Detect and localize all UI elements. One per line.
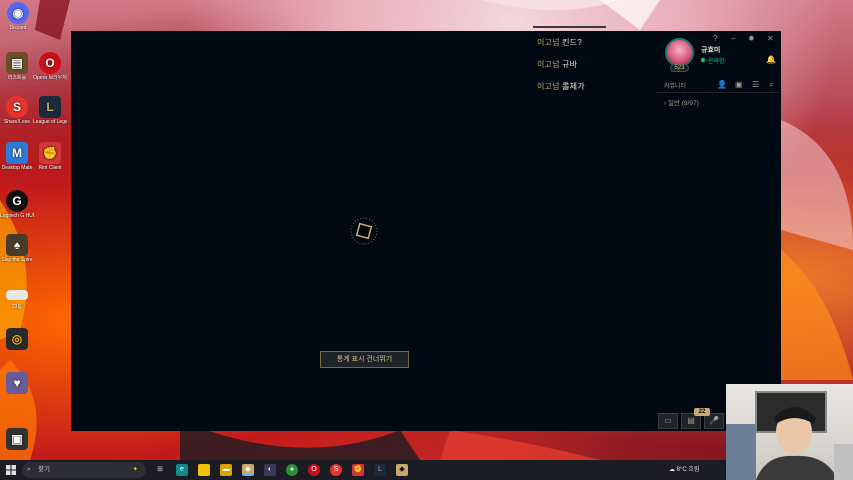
- add-friend-icon[interactable]: 👤: [717, 80, 727, 89]
- notification-bell-icon[interactable]: 🔔: [766, 55, 776, 64]
- slay-the-spire-icon: ♠: [6, 234, 28, 256]
- desktop-icon-label: Slay the Spire: [1, 257, 33, 263]
- desktop-icon-opera[interactable]: O Opera 브라우저: [33, 52, 67, 81]
- desktop-icon-sharex[interactable]: S ShareX.exe: [0, 96, 34, 125]
- riot-client-taskbar-icon[interactable]: ✊: [352, 464, 364, 476]
- file-explorer-icon[interactable]: ▬: [220, 464, 232, 476]
- league-taskbar-icon[interactable]: L: [374, 464, 386, 476]
- league-client-taskbar-icon[interactable]: ◆: [242, 464, 254, 476]
- app-taskbar-icon[interactable]: ◐: [264, 464, 276, 476]
- desktop-icon-desktop-mate[interactable]: M Desktop Mate: [0, 142, 34, 171]
- toast-divider: [533, 26, 606, 28]
- cloud-icon: ☁: [669, 467, 675, 473]
- chrome-icon[interactable]: ●: [286, 464, 298, 476]
- desktop-icon-document[interactable]: 23통: [0, 290, 34, 310]
- desktop-icon-label: Discord: [9, 25, 27, 31]
- game-taskbar-icon[interactable]: ◆: [396, 464, 408, 476]
- online-status-text[interactable]: 온라인: [708, 56, 725, 65]
- summoner-name[interactable]: 규효미: [701, 45, 720, 55]
- desktop-icon-league[interactable]: L League of Legends: [33, 96, 67, 125]
- chevron-right-icon: ›: [664, 100, 667, 107]
- social-panel: [654, 31, 781, 431]
- desktop-icon-label: Desktop Mate: [1, 165, 33, 171]
- discord-icon: ◉: [7, 2, 29, 24]
- chat-toast[interactable]: 이고넘 롤체가: [533, 79, 589, 95]
- chat-icon[interactable]: ▭: [658, 413, 678, 429]
- desktop-icon-logitech[interactable]: G Logitech G HUB: [0, 190, 34, 219]
- chat-toast[interactable]: 이고넘 킨드?: [533, 35, 586, 51]
- list-view-icon[interactable]: ☰: [752, 80, 759, 89]
- task-view-icon[interactable]: ⊞: [154, 464, 166, 476]
- folder-icon: ▤: [6, 52, 28, 74]
- minimize-button[interactable]: –: [731, 35, 735, 43]
- desktop-icon-label: 리스트를: [7, 75, 27, 81]
- friend-group-label: 일반 (9/97): [667, 100, 699, 107]
- misc-app-icon: ▣: [6, 428, 28, 450]
- toast-sender: 이고넘: [537, 82, 560, 91]
- profile-avatar[interactable]: [665, 38, 694, 67]
- search-placeholder: 찾기: [38, 466, 50, 473]
- toast-message: 규바: [562, 60, 578, 69]
- webcam-feed: [726, 391, 853, 480]
- desktop-mate-icon: M: [6, 142, 28, 164]
- logitech-icon: G: [6, 190, 28, 212]
- desktop-icon-label: Opera 브라우저: [33, 75, 67, 81]
- desktop-icon-riot-client[interactable]: ✊ Riot Client: [33, 142, 67, 171]
- desktop-icon-label: ShareX.exe: [3, 119, 31, 125]
- desktop-icon-misc[interactable]: ▣: [0, 428, 34, 451]
- taskbar-search-input[interactable]: ⌕ 찾기 ✦: [22, 462, 146, 478]
- unread-count-badge: 22: [694, 408, 710, 416]
- toast-message: 킨드?: [562, 38, 582, 47]
- windows-start-icon[interactable]: [6, 465, 16, 475]
- desktop-icon-slay-the-spire[interactable]: ♠ Slay the Spire: [0, 234, 34, 263]
- desktop-icon-label: League of Legends: [33, 119, 67, 125]
- toast-message: 롤체가: [562, 82, 585, 91]
- weather-text: 8°C 흐림: [676, 467, 700, 473]
- edge-icon[interactable]: e: [176, 464, 188, 476]
- loading-spinner-icon: [350, 217, 378, 245]
- desktop-icon-label: Logitech G HUB: [0, 213, 34, 219]
- weather-widget[interactable]: ☁ 8°C 흐림: [669, 464, 699, 476]
- community-label: 커뮤니티: [664, 84, 687, 90]
- social-divider: [656, 92, 779, 93]
- sharex-taskbar-icon[interactable]: S: [330, 464, 342, 476]
- desktop-icon-game[interactable]: ♥: [0, 372, 34, 395]
- taskbar: ⌕ 찾기 ✦ ⊞ e ▬ ◆ ◐ ● O S ✊ L ◆ ☁ 8°C 흐림: [0, 460, 726, 480]
- desktop-icon-discord[interactable]: ◉ Discord: [1, 2, 35, 31]
- desktop-icon-app[interactable]: ◎: [0, 328, 34, 351]
- copilot-sparkle-icon: ✦: [132, 466, 138, 473]
- add-folder-icon[interactable]: ▣: [735, 80, 743, 89]
- friend-group-general[interactable]: › 일반 (9/97): [664, 97, 699, 107]
- help-button[interactable]: ?: [713, 35, 717, 43]
- desktop-icon-label: 23통: [11, 304, 23, 310]
- close-button[interactable]: ✕: [767, 35, 774, 43]
- riot-client-icon: ✊: [39, 142, 61, 164]
- sharex-icon: S: [6, 96, 28, 118]
- chat-toast[interactable]: 이고넘 규바: [533, 57, 582, 73]
- toast-sender: 이고넘: [537, 38, 560, 47]
- opera-taskbar-icon[interactable]: O: [308, 464, 320, 476]
- webcam-overlay: [726, 384, 853, 480]
- search-icon: ⌕: [27, 466, 31, 473]
- desktop-icon-list[interactable]: ▤ 리스트를: [0, 52, 34, 81]
- sticky-notes-icon[interactable]: [198, 464, 210, 476]
- league-icon: L: [39, 96, 61, 118]
- skip-stats-button[interactable]: 통계 표시 건너뛰기: [320, 351, 409, 368]
- desktop-icon-label: Riot Client: [38, 165, 62, 171]
- toast-sender: 이고넘: [537, 60, 560, 69]
- document-icon: [6, 290, 28, 300]
- app-icon: ◎: [6, 328, 28, 350]
- settings-gear-icon[interactable]: ✹: [748, 35, 755, 43]
- level-badge: 523: [670, 64, 689, 72]
- opera-icon: O: [39, 52, 61, 74]
- online-status-dot: [701, 58, 705, 62]
- search-icon[interactable]: ⌕: [769, 80, 773, 90]
- game-icon: ♥: [6, 372, 28, 394]
